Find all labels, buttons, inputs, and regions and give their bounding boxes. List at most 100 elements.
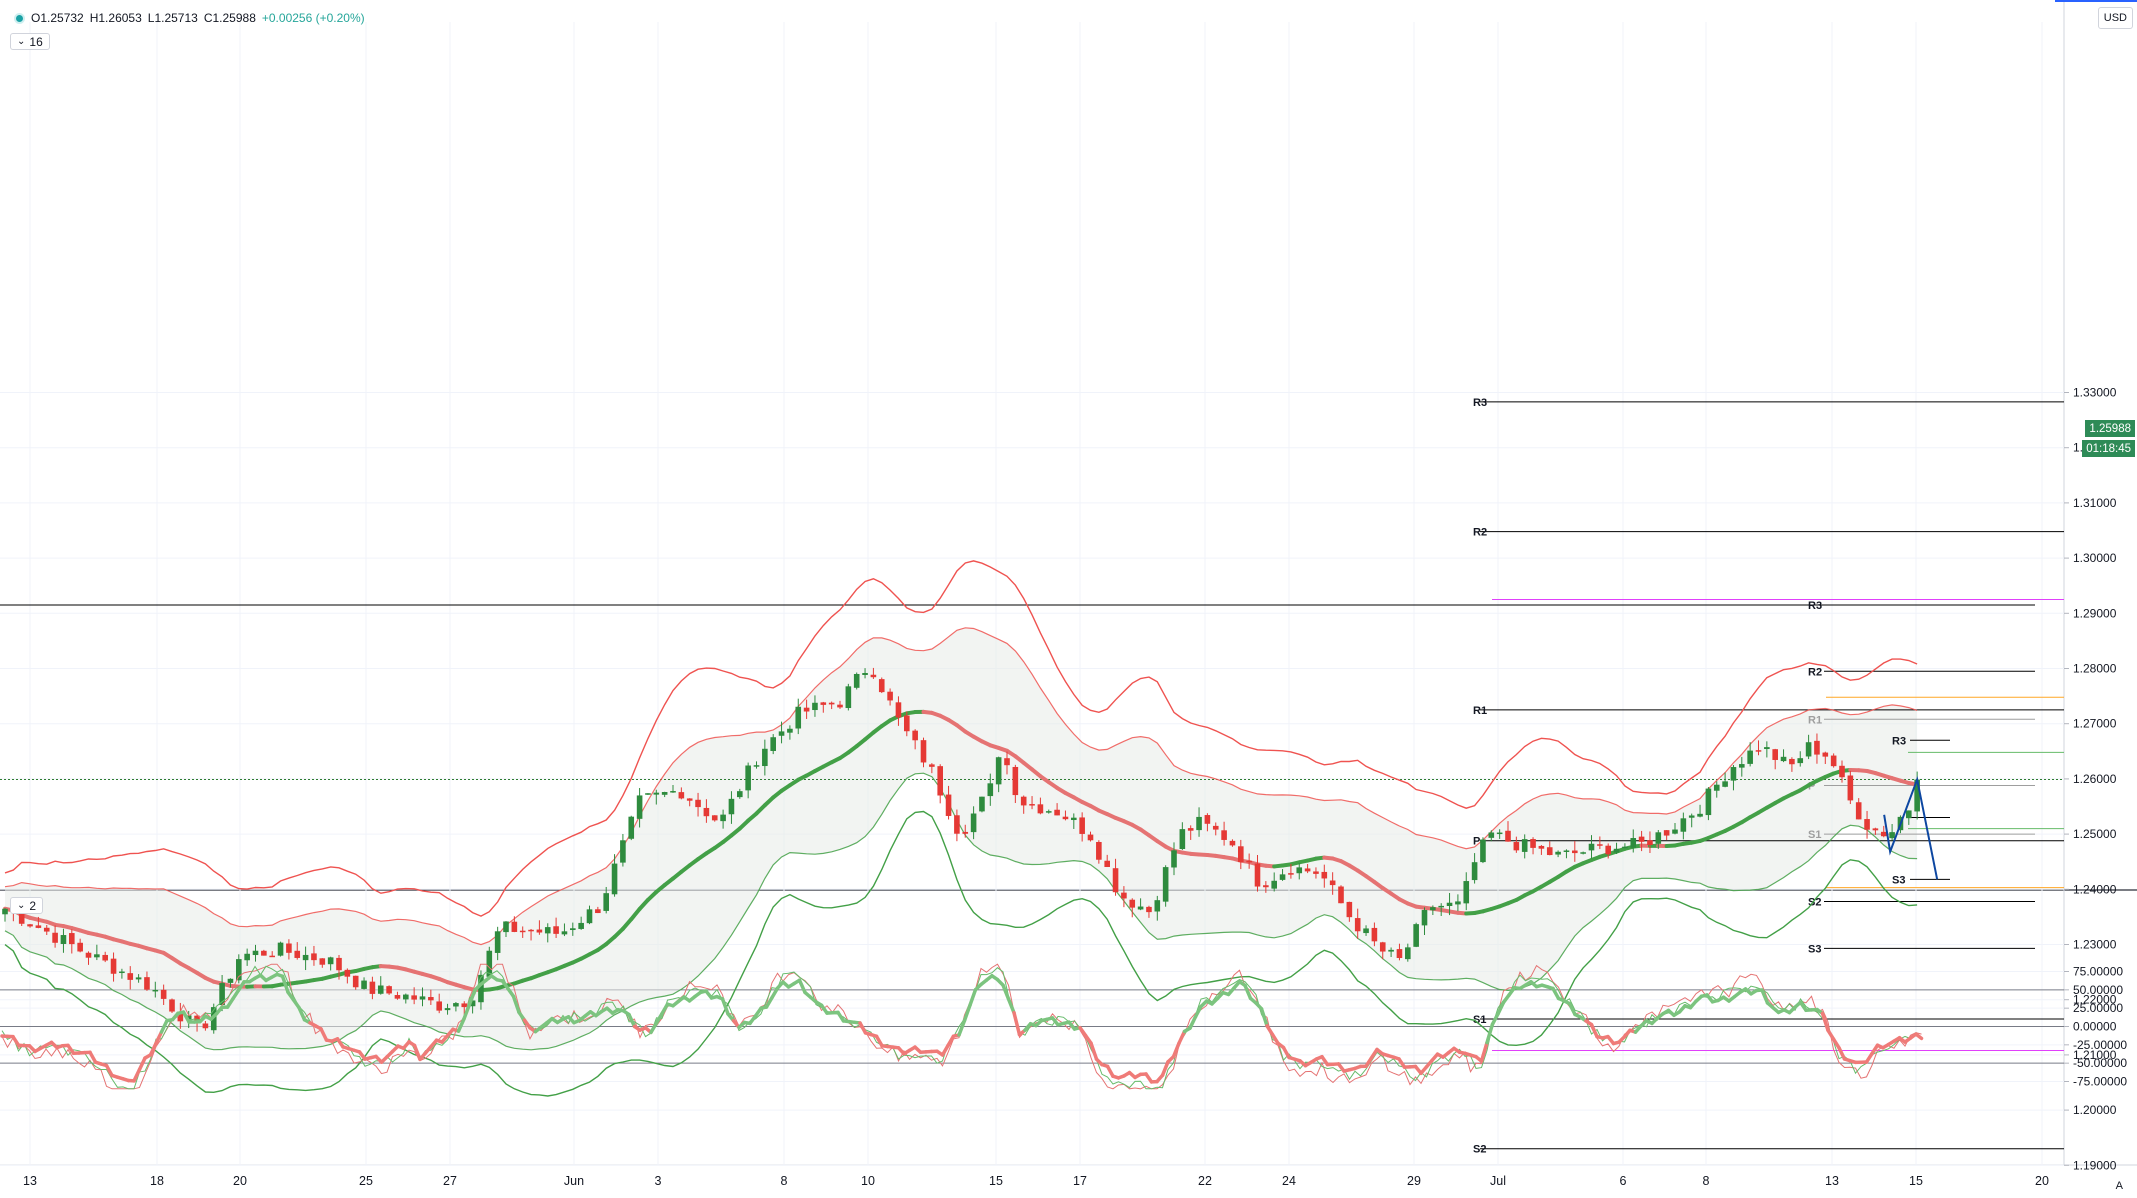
candle-body: [1764, 747, 1770, 750]
candle-body: [904, 715, 910, 732]
close-value: C1.25988: [203, 11, 256, 25]
candle-body: [1104, 860, 1110, 867]
price-tick-label: 1.28000: [2073, 662, 2117, 676]
candle-body: [294, 950, 301, 958]
daily-pivot-label: S3: [1892, 874, 1905, 886]
candle-body: [1822, 752, 1829, 757]
candle-body: [870, 674, 877, 678]
auto-scale-button[interactable]: A: [2116, 1180, 2123, 1192]
candle-body: [1396, 949, 1403, 959]
symbol-status-icon: [14, 12, 25, 24]
candle-body: [1647, 840, 1653, 845]
candle-body: [686, 798, 693, 801]
candle-body: [737, 791, 743, 798]
time-tick-label: 15: [1909, 1174, 1923, 1188]
candle-body: [561, 931, 568, 935]
candle-body: [745, 765, 751, 791]
candle-body: [1872, 828, 1879, 831]
candle-body: [1455, 901, 1461, 905]
candle-body: [1622, 846, 1628, 849]
candle-body: [319, 958, 326, 965]
daily-pivot-label: R3: [1892, 735, 1906, 747]
osc-tick-label: 0.00000: [2073, 1020, 2117, 1034]
price-tick-label: 1.20000: [2073, 1103, 2117, 1117]
candle-body: [1346, 901, 1353, 918]
candle-body: [1238, 846, 1244, 863]
candle-body: [1371, 927, 1378, 942]
weekly-pivot-label: S1: [1808, 829, 1821, 841]
candle-body: [344, 969, 351, 977]
candle-body: [1054, 809, 1060, 816]
candle-body: [1630, 838, 1637, 848]
candle-body: [269, 955, 275, 958]
candle-body: [1638, 836, 1645, 842]
osc-tick-label: 50.00000: [2073, 983, 2123, 997]
time-tick-label: 3: [655, 1174, 662, 1188]
candle-body: [1496, 832, 1503, 835]
candle-body: [494, 931, 501, 953]
candle-body: [929, 764, 935, 767]
monthly-pivot-label: S2: [1473, 1144, 1486, 1156]
candle-body: [1613, 848, 1620, 853]
candle-body: [895, 702, 902, 718]
candle-body: [85, 952, 92, 958]
candle-body: [1004, 758, 1010, 766]
price-tick-label: 1.33000: [2073, 386, 2117, 400]
osc-tick-label: -50.00000: [2073, 1056, 2127, 1070]
candle-body: [110, 958, 117, 974]
candle-body: [411, 995, 417, 1000]
candle-body: [1288, 873, 1294, 875]
currency-button[interactable]: USD: [2097, 7, 2133, 29]
candle-body: [1480, 839, 1486, 863]
time-tick-label: Jun: [564, 1174, 584, 1188]
main-indicators-toggle[interactable]: ⌄ 16: [10, 33, 50, 50]
candle-body: [1805, 742, 1812, 757]
candle-body: [1680, 818, 1687, 832]
weekly-pivot-label: R2: [1808, 666, 1822, 678]
candle-body: [1221, 830, 1227, 840]
candle-body: [1488, 832, 1495, 838]
candle-body: [1880, 831, 1887, 837]
time-tick-label: 20: [233, 1174, 247, 1188]
candle-body: [695, 799, 701, 808]
candle-body: [812, 702, 818, 711]
candle-body: [795, 706, 802, 729]
candle-body: [1713, 784, 1720, 791]
candle-body: [778, 731, 785, 736]
candle-body: [1438, 905, 1444, 908]
time-tick-label: 8: [781, 1174, 788, 1188]
candle-body: [1087, 834, 1094, 841]
candle-body: [970, 813, 977, 833]
candle-body: [887, 691, 893, 701]
candle-body: [403, 994, 409, 1000]
candle-body: [1446, 902, 1453, 906]
candle-body: [1179, 829, 1186, 849]
candle-body: [1864, 819, 1870, 830]
candle-body: [1246, 860, 1252, 863]
candle-body: [536, 929, 543, 933]
candle-body: [1780, 756, 1787, 762]
candle-body: [1229, 840, 1236, 846]
candle-body: [1755, 750, 1762, 752]
price-chart[interactable]: R3R2R1PS1S2R3R2R1PS1S2S3R3S3 1.330001.32…: [0, 0, 2137, 1198]
countdown-tag: 01:18:45: [2082, 440, 2135, 457]
price-tick-label: 1.29000: [2073, 606, 2117, 620]
candle-body: [2, 908, 8, 915]
chevron-down-icon: ⌄: [17, 35, 26, 47]
candle-body: [661, 792, 668, 795]
candle-body: [878, 679, 885, 693]
candle-body: [428, 997, 434, 1001]
candle-body: [1071, 817, 1077, 821]
candle-body: [144, 977, 150, 990]
time-tick-label: 22: [1198, 1174, 1212, 1188]
candle-body: [327, 957, 334, 965]
candle-body: [461, 1003, 468, 1008]
active-pane-indicator: [2055, 0, 2137, 2]
candle-body: [311, 953, 317, 961]
candle-body: [444, 1008, 451, 1011]
open-value: O1.25732: [31, 11, 84, 25]
oscillator-toggle[interactable]: ⌄ 2: [10, 897, 44, 914]
candle-body: [394, 995, 401, 999]
candle-body: [1605, 845, 1611, 855]
time-tick-label: 17: [1073, 1174, 1087, 1188]
